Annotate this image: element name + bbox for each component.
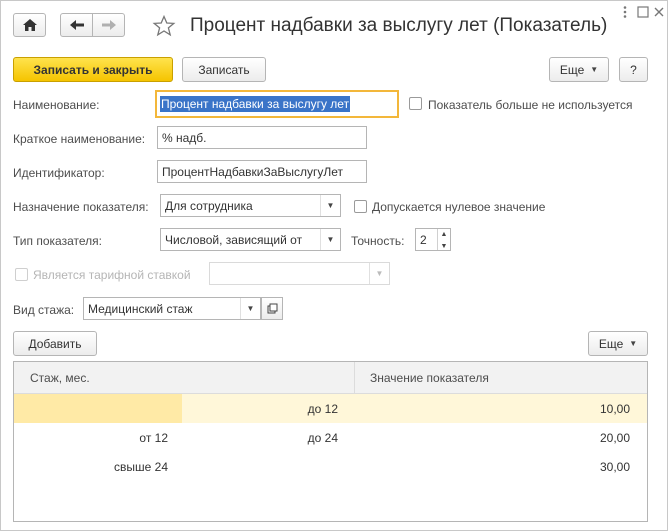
caret-down-icon: ▼ — [590, 65, 599, 74]
open-stazh-button[interactable] — [261, 297, 283, 320]
cell-to[interactable] — [182, 452, 354, 481]
short-name-input[interactable]: % надб. — [157, 126, 367, 149]
stazh-select[interactable]: Медицинский стаж ▼ — [83, 297, 261, 320]
caret-down-icon: ▼ — [629, 339, 638, 348]
purpose-select-value: Для сотрудника — [165, 198, 253, 213]
maximize-icon[interactable] — [636, 5, 650, 19]
help-button[interactable]: ? — [619, 57, 648, 82]
cell-to[interactable]: до 24 — [182, 423, 354, 452]
dropdown-arrow-icon: ▼ — [369, 263, 389, 284]
page-title: Процент надбавки за выслугу лет (Показат… — [190, 15, 608, 36]
table-row[interactable]: до 12 10,00 — [14, 394, 647, 423]
add-row-button[interactable]: Добавить — [13, 331, 97, 356]
stazh-select-value: Медицинский стаж — [88, 301, 193, 316]
arrow-right-icon — [101, 20, 116, 30]
table-row[interactable]: свыше 24 30,00 — [14, 452, 647, 481]
cell-value[interactable]: 30,00 — [354, 452, 632, 481]
name-input[interactable]: Процент надбавки за выслугу лет — [155, 90, 399, 118]
cell-from[interactable]: от 12 — [14, 423, 182, 452]
menu-dots-icon[interactable] — [618, 5, 632, 19]
stazh-table[interactable]: Стаж, мес. Значение показателя до 12 10,… — [13, 361, 648, 522]
precision-spinner[interactable]: ▲ ▼ — [437, 229, 450, 250]
forward-button[interactable] — [92, 13, 125, 37]
table-more-label: Еще — [598, 336, 624, 351]
dropdown-arrow-icon[interactable]: ▼ — [320, 195, 340, 216]
type-select-value: Числовой, зависящий от — [165, 232, 303, 247]
tariff-checkbox — [15, 268, 28, 281]
save-and-close-button[interactable]: Записать и закрыть — [13, 57, 173, 82]
tariff-label: Является тарифной ставкой — [33, 268, 191, 282]
favorite-star-icon[interactable] — [152, 14, 176, 38]
identifier-input[interactable]: ПроцентНадбавкиЗаВыслугуЛет — [157, 160, 367, 183]
unused-checkbox[interactable] — [409, 97, 422, 110]
type-label: Тип показателя: — [13, 234, 102, 248]
dropdown-arrow-icon[interactable]: ▼ — [240, 298, 260, 319]
cell-value[interactable]: 10,00 — [354, 394, 632, 423]
cell-from[interactable]: свыше 24 — [14, 452, 182, 481]
open-form-icon — [267, 303, 277, 314]
spin-up-icon[interactable]: ▲ — [441, 231, 448, 238]
back-button[interactable] — [60, 13, 93, 37]
dropdown-arrow-icon[interactable]: ▼ — [320, 229, 340, 250]
stazh-label: Вид стажа: — [13, 303, 75, 317]
zero-allowed-label: Допускается нулевое значение — [372, 200, 546, 214]
cell-to[interactable]: до 12 — [182, 394, 354, 423]
name-input-value: Процент надбавки за выслугу лет — [160, 96, 351, 112]
cell-value[interactable]: 20,00 — [354, 423, 632, 452]
column-header-stazh[interactable]: Стаж, мес. — [30, 362, 90, 394]
zero-allowed-checkbox[interactable] — [354, 200, 367, 213]
purpose-select[interactable]: Для сотрудника ▼ — [160, 194, 341, 217]
arrow-left-icon — [69, 20, 84, 30]
column-header-value[interactable]: Значение показателя — [370, 362, 489, 394]
cell-from[interactable] — [14, 394, 182, 423]
precision-value: 2 — [420, 232, 427, 247]
home-icon — [22, 19, 37, 31]
home-button[interactable] — [13, 13, 46, 37]
tariff-select: ▼ — [209, 262, 390, 285]
unused-label: Показатель больше не используется — [428, 98, 633, 112]
more-button-label: Еще — [559, 62, 585, 77]
purpose-label: Назначение показателя: — [13, 200, 149, 214]
precision-label: Точность: — [351, 234, 405, 248]
more-button[interactable]: Еще ▼ — [549, 57, 609, 82]
spin-down-icon[interactable]: ▼ — [441, 243, 448, 250]
type-select[interactable]: Числовой, зависящий от ▼ — [160, 228, 341, 251]
close-icon[interactable] — [652, 5, 666, 19]
table-row[interactable]: от 12 до 24 20,00 — [14, 423, 647, 452]
table-more-button[interactable]: Еще ▼ — [588, 331, 648, 356]
column-divider — [354, 362, 355, 394]
short-name-label: Краткое наименование: — [13, 132, 146, 146]
name-label: Наименование: — [13, 98, 100, 112]
table-header: Стаж, мес. Значение показателя — [14, 362, 647, 394]
identifier-label: Идентификатор: — [13, 166, 105, 180]
save-button[interactable]: Записать — [182, 57, 266, 82]
precision-input[interactable]: 2 ▲ ▼ — [415, 228, 451, 251]
